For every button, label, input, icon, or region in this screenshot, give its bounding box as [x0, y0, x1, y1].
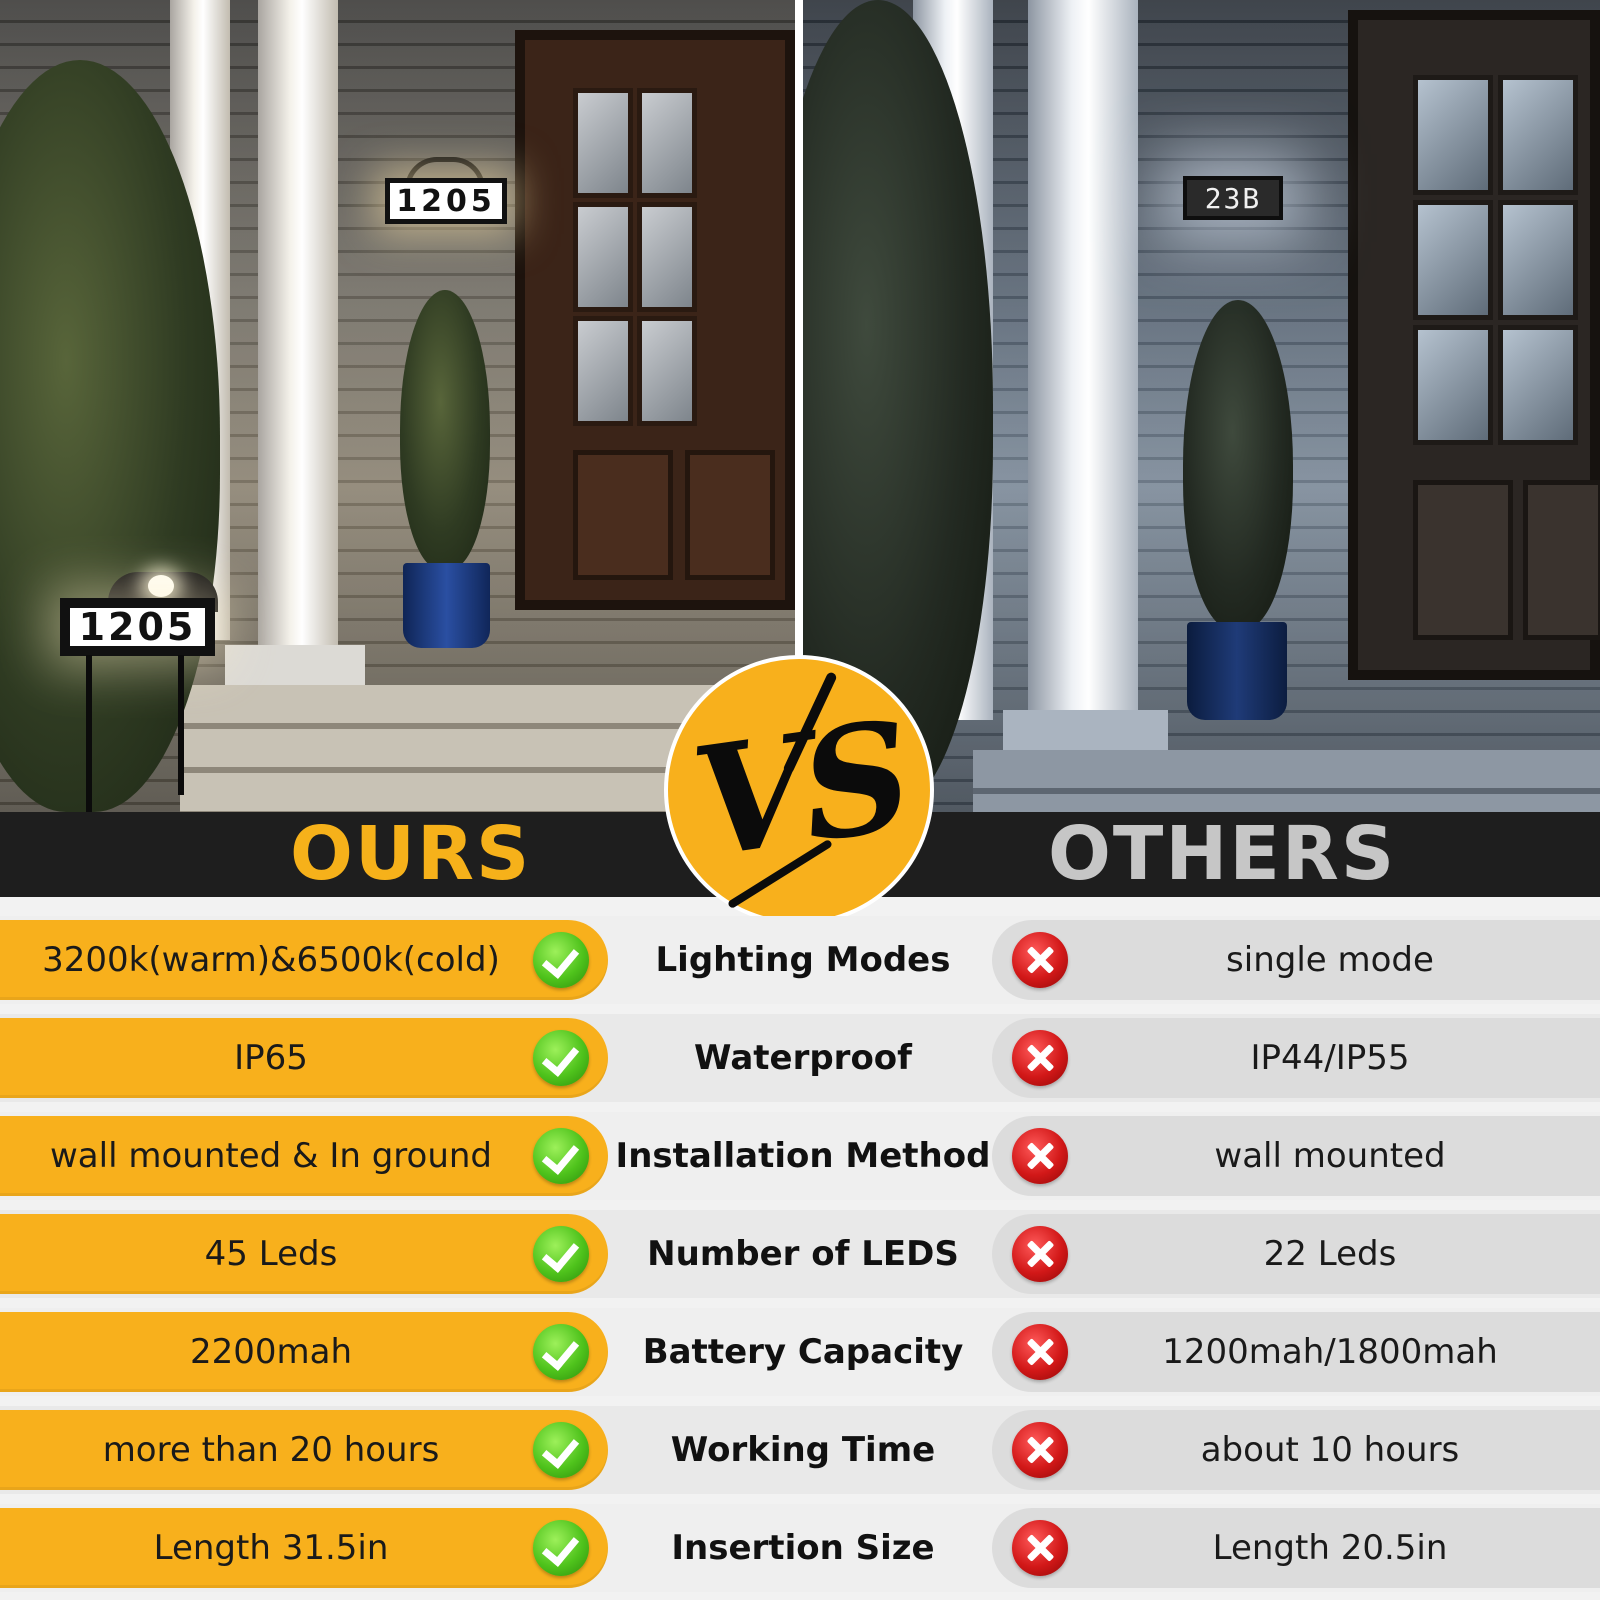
solar-lamp-icon [148, 575, 174, 597]
topiary-tree [1183, 300, 1293, 630]
porch-column [1028, 0, 1138, 720]
ours-value: IP65 [234, 1038, 308, 1078]
feature-label: Battery Capacity [642, 1332, 964, 1372]
table-row: Length 31.5in Insertion Size Length 20.5… [0, 1504, 1600, 1592]
feature-label: Working Time [670, 1430, 936, 1470]
topiary-tree [400, 290, 490, 570]
others-product-photo: 23B [803, 0, 1600, 812]
ours-value: wall mounted & In ground [50, 1136, 492, 1176]
check-icon [533, 1030, 589, 1086]
check-icon [533, 1128, 589, 1184]
wall-house-number-sign: 1205 [385, 178, 507, 224]
ours-value: 2200mah [189, 1332, 353, 1372]
wall-house-number: 23B [1204, 181, 1262, 215]
check-icon [533, 1422, 589, 1478]
table-row: IP65 Waterproof IP44/IP55 [0, 1014, 1600, 1102]
wall-house-number: 1205 [396, 183, 496, 219]
cross-icon [1012, 1324, 1068, 1380]
others-value: Length 20.5in [1212, 1528, 1448, 1568]
cross-icon [1012, 1520, 1068, 1576]
ground-stake [178, 655, 184, 795]
ground-house-number-sign: 1205 [60, 598, 215, 656]
ours-value: more than 20 hours [102, 1430, 440, 1470]
cross-icon [1012, 1128, 1068, 1184]
others-value: wall mounted [1214, 1136, 1446, 1176]
ours-value: 45 Leds [204, 1234, 338, 1274]
others-value: about 10 hours [1200, 1430, 1460, 1470]
table-row: 45 Leds Number of LEDS 22 Leds [0, 1210, 1600, 1298]
feature-label: Installation Method [615, 1136, 991, 1176]
feature-label: Insertion Size [671, 1528, 935, 1568]
comparison-graphic: 1205 1205 23B OURS OTHERS VS 3200k(warm)… [0, 0, 1600, 1600]
table-row: more than 20 hours Working Time about 10… [0, 1406, 1600, 1494]
check-icon [533, 1520, 589, 1576]
blue-planter [403, 563, 490, 648]
cross-icon [1012, 932, 1068, 988]
table-row: 2200mah Battery Capacity 1200mah/1800mah [0, 1308, 1600, 1396]
porch-column [258, 0, 338, 650]
porch-steps [973, 750, 1600, 812]
others-value: IP44/IP55 [1250, 1038, 1410, 1078]
wall-house-number-sign: 23B [1183, 176, 1283, 220]
front-door [515, 30, 795, 610]
cross-icon [1012, 1422, 1068, 1478]
others-value: 22 Leds [1263, 1234, 1397, 1274]
ours-value: Length 31.5in [153, 1528, 389, 1568]
front-door [1348, 10, 1600, 680]
ours-value: 3200k(warm)&6500k(cold) [42, 940, 500, 980]
check-icon [533, 1324, 589, 1380]
feature-label: Number of LEDS [647, 1234, 959, 1274]
ours-heading: OURS [290, 811, 532, 897]
feature-label: Lighting Modes [655, 940, 951, 980]
cross-icon [1012, 1030, 1068, 1086]
table-row: wall mounted & In ground Installation Me… [0, 1112, 1600, 1200]
others-value: 1200mah/1800mah [1162, 1332, 1498, 1372]
feature-label: Waterproof [694, 1038, 912, 1078]
blue-planter [1187, 622, 1287, 720]
ground-house-number: 1205 [78, 605, 197, 649]
check-icon [533, 932, 589, 988]
table-row: 3200k(warm)&6500k(cold) Lighting Modes s… [0, 916, 1600, 1004]
check-icon [533, 1226, 589, 1282]
ground-stake [86, 655, 92, 812]
others-heading: OTHERS [1048, 811, 1397, 897]
cross-icon [1012, 1226, 1068, 1282]
vs-label: VS [683, 688, 915, 892]
others-value: single mode [1226, 940, 1434, 980]
